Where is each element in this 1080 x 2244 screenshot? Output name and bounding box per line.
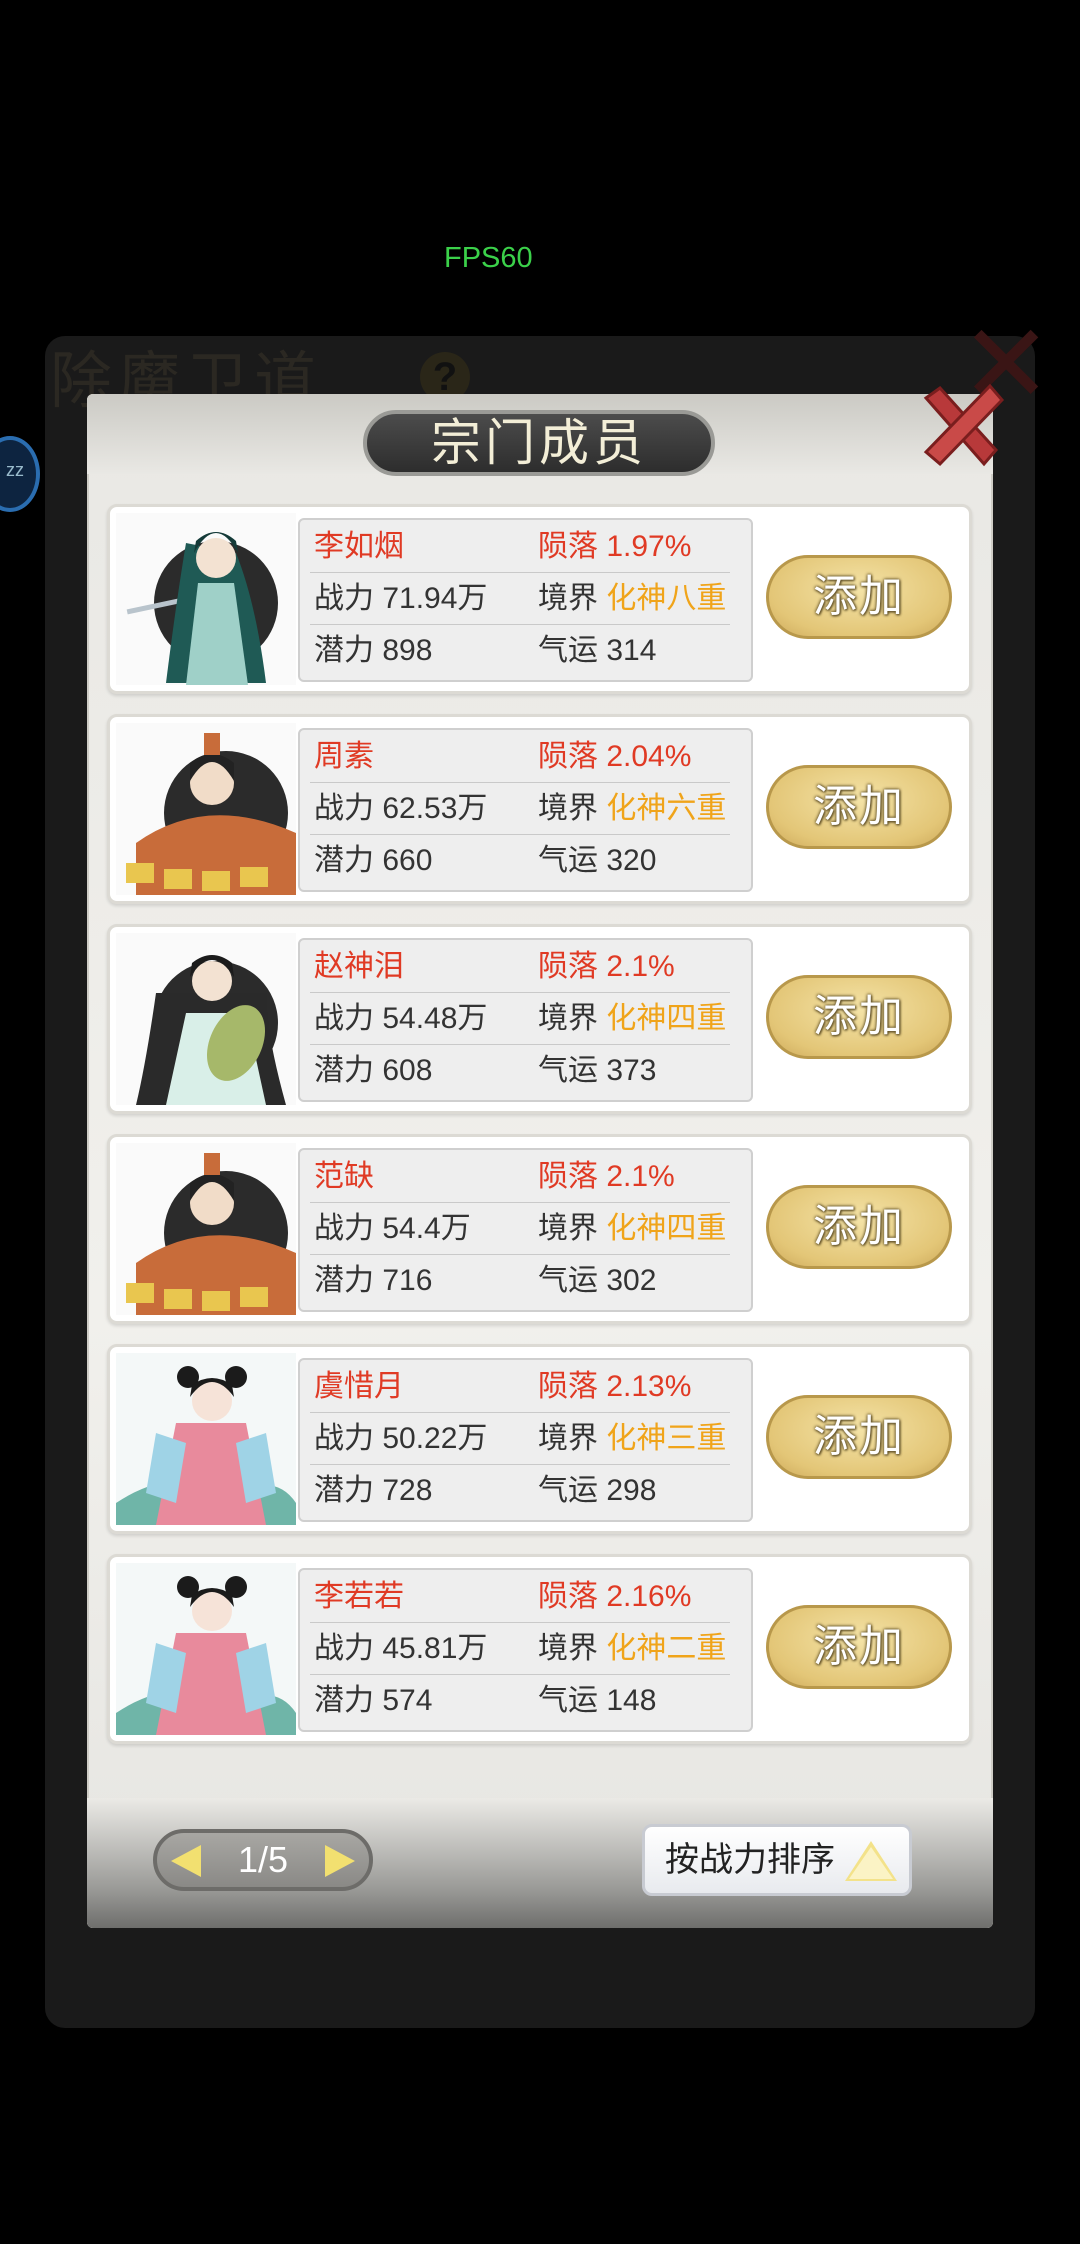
swordswoman-portrait (116, 513, 296, 685)
realm-value: 化神四重 (606, 1002, 727, 1035)
modal-title: 宗门成员 (363, 410, 715, 476)
potential-value: 608 (382, 1054, 433, 1087)
add-member-button[interactable]: 添加 (766, 975, 952, 1059)
realm-value: 化神四重 (606, 1212, 727, 1245)
add-member-button[interactable]: 添加 (766, 555, 952, 639)
realm-label: 境界 (538, 1002, 598, 1035)
add-member-button[interactable]: 添加 (766, 1185, 952, 1269)
fall-value: 2.1% (606, 950, 675, 983)
add-member-button[interactable]: 添加 (766, 765, 952, 849)
member-name: 虞惜月 (314, 1370, 404, 1403)
member-card: 周素 陨落 2.04% 战力 62.53万 境界 化神六重潜力 660 气运 320 添加 (107, 714, 972, 904)
fall-value: 1.97% (606, 530, 692, 563)
scholar-portrait (116, 1143, 296, 1315)
luck-label: 气运 (538, 844, 598, 877)
realm-label: 境界 (538, 1422, 598, 1455)
member-info: 虞惜月 陨落 2.13% 战力 50.22万 境界 化神三重潜力 728 气运 298 (298, 1358, 753, 1522)
fall-value: 2.04% (606, 740, 692, 773)
power-value: 54.48万 (382, 1002, 488, 1035)
luck-value: 302 (606, 1264, 657, 1297)
power-label: 战力 (314, 1002, 374, 1035)
luck-value: 148 (606, 1684, 657, 1717)
potential-value: 574 (382, 1684, 433, 1717)
potential-label: 潜力 (314, 844, 374, 877)
potential-label: 潜力 (314, 1264, 374, 1297)
fps-counter: FPS60 (444, 242, 533, 274)
potential-value: 716 (382, 1264, 433, 1297)
power-value: 71.94万 (382, 582, 488, 615)
member-info: 周素 陨落 2.04% 战力 62.53万 境界 化神六重潜力 660 气运 320 (298, 728, 753, 892)
maiden-portrait (116, 1563, 296, 1735)
pager: 1/5 (153, 1829, 373, 1891)
luck-value: 373 (606, 1054, 657, 1087)
add-member-button[interactable]: 添加 (766, 1395, 952, 1479)
member-info: 范缺 陨落 2.1% 战力 54.4万 境界 化神四重潜力 716 气运 302 (298, 1148, 753, 1312)
potential-label: 潜力 (314, 1054, 374, 1087)
power-value: 50.22万 (382, 1422, 488, 1455)
power-label: 战力 (314, 1212, 374, 1245)
fall-value: 2.16% (606, 1580, 692, 1613)
power-value: 54.4万 (382, 1212, 471, 1245)
next-page-icon[interactable] (325, 1845, 355, 1877)
close-icon[interactable] (916, 380, 1006, 470)
maiden-portrait (116, 1353, 296, 1525)
luck-label: 气运 (538, 1474, 598, 1507)
luck-value: 298 (606, 1474, 657, 1507)
member-card: 赵神泪 陨落 2.1% 战力 54.48万 境界 化神四重潜力 608 气运 373 添加 (107, 924, 972, 1114)
fall-value: 2.13% (606, 1370, 692, 1403)
power-label: 战力 (314, 792, 374, 825)
fall-label: 陨落 (538, 530, 598, 563)
fall-label: 陨落 (538, 1160, 598, 1193)
potential-label: 潜力 (314, 1684, 374, 1717)
sort-label: 按战力排序 (665, 1841, 835, 1879)
scholar-portrait (116, 723, 296, 895)
power-value: 62.53万 (382, 792, 488, 825)
fall-label: 陨落 (538, 1370, 598, 1403)
realm-value: 化神八重 (606, 582, 727, 615)
fall-label: 陨落 (538, 740, 598, 773)
fall-label: 陨落 (538, 1580, 598, 1613)
realm-value: 化神三重 (606, 1422, 727, 1455)
realm-label: 境界 (538, 1212, 598, 1245)
member-name: 赵神泪 (314, 950, 404, 983)
potential-label: 潜力 (314, 634, 374, 667)
potential-value: 660 (382, 844, 433, 877)
luck-value: 320 (606, 844, 657, 877)
power-label: 战力 (314, 582, 374, 615)
member-name: 范缺 (314, 1160, 374, 1193)
member-info: 赵神泪 陨落 2.1% 战力 54.48万 境界 化神四重潜力 608 气运 373 (298, 938, 753, 1102)
sort-by-power-button[interactable]: 按战力排序 (642, 1824, 912, 1896)
member-card: 李如烟 陨落 1.97% 战力 71.94万 境界 化神八重潜力 898 气运 314 添… (107, 504, 972, 694)
member-card: 虞惜月 陨落 2.13% 战力 50.22万 境界 化神三重潜力 728 气运 298 添… (107, 1344, 972, 1534)
power-value: 45.81万 (382, 1632, 488, 1665)
member-name: 周素 (314, 740, 374, 773)
luck-label: 气运 (538, 634, 598, 667)
member-info: 李如烟 陨落 1.97% 战力 71.94万 境界 化神八重潜力 898 气运 314 (298, 518, 753, 682)
realm-label: 境界 (538, 792, 598, 825)
luck-label: 气运 (538, 1054, 598, 1087)
member-name: 李如烟 (314, 530, 404, 563)
potential-label: 潜力 (314, 1474, 374, 1507)
luck-label: 气运 (538, 1684, 598, 1717)
fall-value: 2.1% (606, 1160, 675, 1193)
power-label: 战力 (314, 1632, 374, 1665)
luck-value: 314 (606, 634, 657, 667)
member-info: 李若若 陨落 2.16% 战力 45.81万 境界 化神二重潜力 574 气运 148 (298, 1568, 753, 1732)
realm-value: 化神二重 (606, 1632, 727, 1665)
luck-label: 气运 (538, 1264, 598, 1297)
member-name: 李若若 (314, 1580, 404, 1613)
member-card: 李若若 陨落 2.16% 战力 45.81万 境界 化神二重潜力 574 气运 148 添… (107, 1554, 972, 1744)
side-badge-icon: zz (0, 436, 40, 512)
add-member-button[interactable]: 添加 (766, 1605, 952, 1689)
potential-value: 728 (382, 1474, 433, 1507)
member-card: 范缺 陨落 2.1% 战力 54.4万 境界 化神四重潜力 716 气运 302 添加 (107, 1134, 972, 1324)
realm-label: 境界 (538, 1632, 598, 1665)
potential-value: 898 (382, 634, 433, 667)
fall-label: 陨落 (538, 950, 598, 983)
power-label: 战力 (314, 1422, 374, 1455)
realm-label: 境界 (538, 582, 598, 615)
realm-value: 化神六重 (606, 792, 727, 825)
pipa-player-portrait (116, 933, 296, 1105)
